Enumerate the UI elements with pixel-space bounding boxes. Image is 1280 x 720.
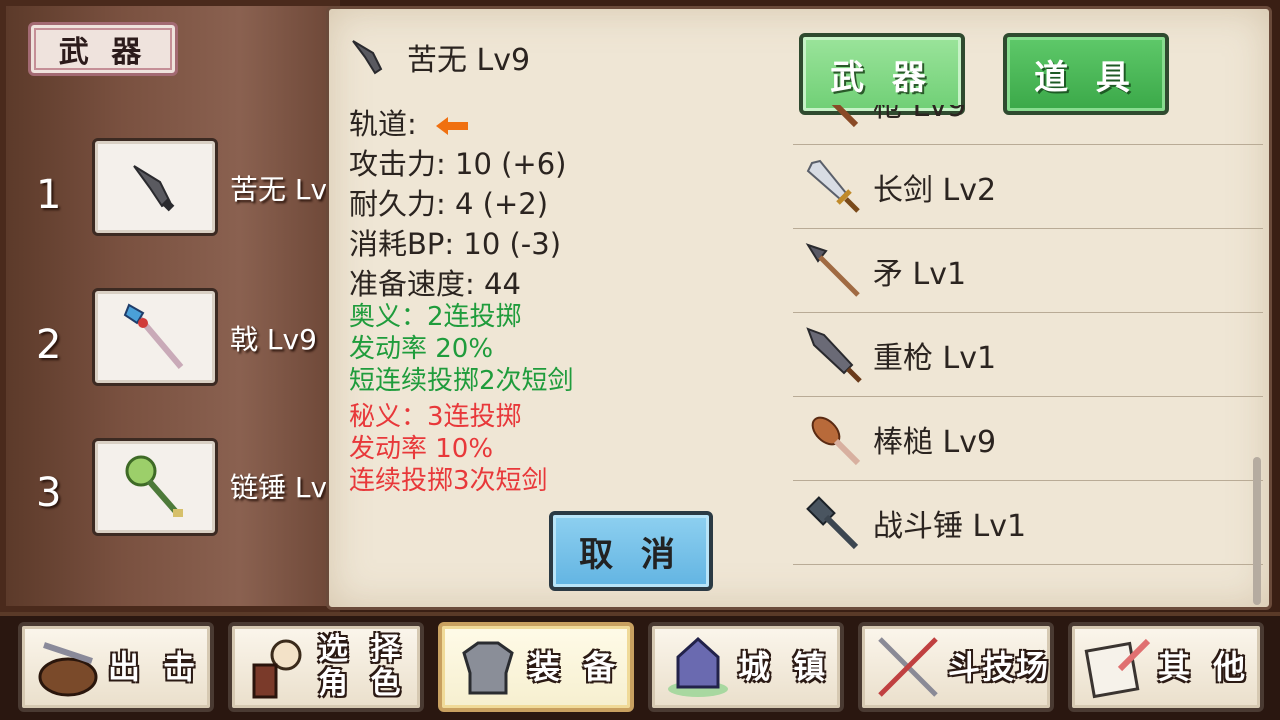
secret-line-2: 发动率 20% — [349, 334, 494, 364]
nav-label: 选 择 角 色 — [318, 632, 407, 701]
weapon-slot-2[interactable] — [92, 288, 218, 386]
trajectory-label: 轨道: — [349, 107, 417, 141]
sortie-icon — [38, 642, 98, 697]
hidden-line-3: 连续投掷3次短剑 — [349, 466, 548, 496]
nav-other[interactable]: 其 他 — [1068, 622, 1264, 712]
tab-weapon[interactable]: 武 器 — [799, 33, 965, 115]
nav-character-select[interactable]: 选 择 角 色 — [228, 622, 424, 712]
arena-icon — [878, 637, 938, 697]
nav-sortie[interactable]: 出 击 — [18, 622, 214, 712]
slot-number-3: 3 — [36, 470, 62, 516]
bp-cost-stat: 消耗BP: 10 (-3) — [349, 227, 562, 261]
nav-label: 出 击 — [108, 648, 202, 686]
secret-line-3: 短连续投掷2次短剑 — [349, 366, 574, 396]
kunai-icon — [352, 40, 383, 75]
nav-label: 斗技场 — [947, 648, 1050, 686]
arrow-left-icon — [436, 117, 468, 135]
kunai-icon — [133, 165, 175, 212]
scroll-icon — [1084, 638, 1151, 699]
attack-stat: 攻击力: 10 (+6) — [349, 147, 567, 181]
trajectory-row: 轨道: — [349, 101, 470, 143]
durability-stat: 耐久力: 4 (+2) — [349, 187, 549, 221]
weapon-category-tab[interactable]: 武 器 — [28, 22, 178, 76]
warhammer-icon — [806, 495, 859, 549]
lance-icon — [805, 242, 860, 297]
heavy-lance-icon — [806, 326, 862, 383]
chain-mace-icon — [125, 455, 183, 517]
list-item-label: 枪 Lv9 — [873, 105, 967, 124]
weapon-list: 枪 Lv9 长剑 Lv2 矛 Lv1 重枪 Lv1 棒槌 Lv9 战斗锤 Lv1 — [793, 105, 1269, 605]
list-item-label: 矛 Lv1 — [873, 256, 967, 292]
prep-speed-stat: 准备速度: 44 — [349, 267, 521, 301]
slot-label-2: 戟 Lv9 — [230, 323, 317, 356]
spear-icon — [832, 105, 859, 127]
nav-town[interactable]: 城 镇 — [648, 622, 844, 712]
halberd-icon — [123, 303, 184, 369]
list-item-label: 长剑 Lv2 — [873, 172, 997, 208]
slot-label-3: 链锤 Lv9 — [230, 471, 330, 504]
list-item[interactable]: 重枪 Lv1 — [793, 313, 1263, 397]
slot-number-1: 1 — [36, 172, 62, 218]
slot-label-1: 苦无 Lv9 — [230, 173, 330, 206]
list-item[interactable]: 棒槌 Lv9 — [793, 397, 1263, 481]
list-item-label: 重枪 Lv1 — [873, 340, 997, 376]
list-item[interactable]: 战斗锤 Lv1 — [793, 481, 1263, 565]
detail-header: 苦无 Lv9 — [347, 35, 530, 79]
tab-item[interactable]: 道 具 — [1003, 33, 1169, 115]
character-select-icon — [252, 639, 302, 699]
nav-label: 城 镇 — [738, 648, 832, 686]
nav-arena[interactable]: 斗技场 — [858, 622, 1054, 712]
armor-icon — [462, 641, 514, 695]
list-item[interactable]: 枪 Lv9 — [793, 105, 1263, 145]
slot-number-2: 2 — [36, 322, 62, 368]
list-item-label: 棒槌 Lv9 — [873, 424, 997, 460]
town-icon — [668, 636, 728, 697]
weapon-slot-1[interactable] — [92, 138, 218, 236]
nav-equipment[interactable]: 装 备 — [438, 622, 634, 712]
hidden-line-2: 发动率 10% — [349, 434, 494, 464]
weapon-slot-3[interactable] — [92, 438, 218, 536]
nav-label: 其 他 — [1158, 648, 1252, 686]
weapon-detail-panel: 苦无 Lv9 轨道: 攻击力: 10 (+6) 耐久力: 4 (+2) 消耗BP… — [326, 6, 1272, 610]
list-item-label: 战斗锤 Lv1 — [873, 508, 1027, 544]
hidden-line-1: 秘义：3连投掷 — [349, 402, 522, 432]
cancel-button[interactable]: 取 消 — [549, 511, 713, 591]
nav-label: 装 备 — [528, 648, 622, 686]
detail-title: 苦无 Lv9 — [407, 43, 531, 78]
longsword-icon — [806, 159, 860, 213]
list-item[interactable]: 长剑 Lv2 — [793, 145, 1263, 229]
list-item[interactable]: 矛 Lv1 — [793, 229, 1263, 313]
secret-line-1: 奥义：2连投掷 — [349, 302, 522, 332]
weapon-list-scrollbar[interactable] — [1253, 457, 1261, 605]
club-icon — [811, 416, 861, 465]
